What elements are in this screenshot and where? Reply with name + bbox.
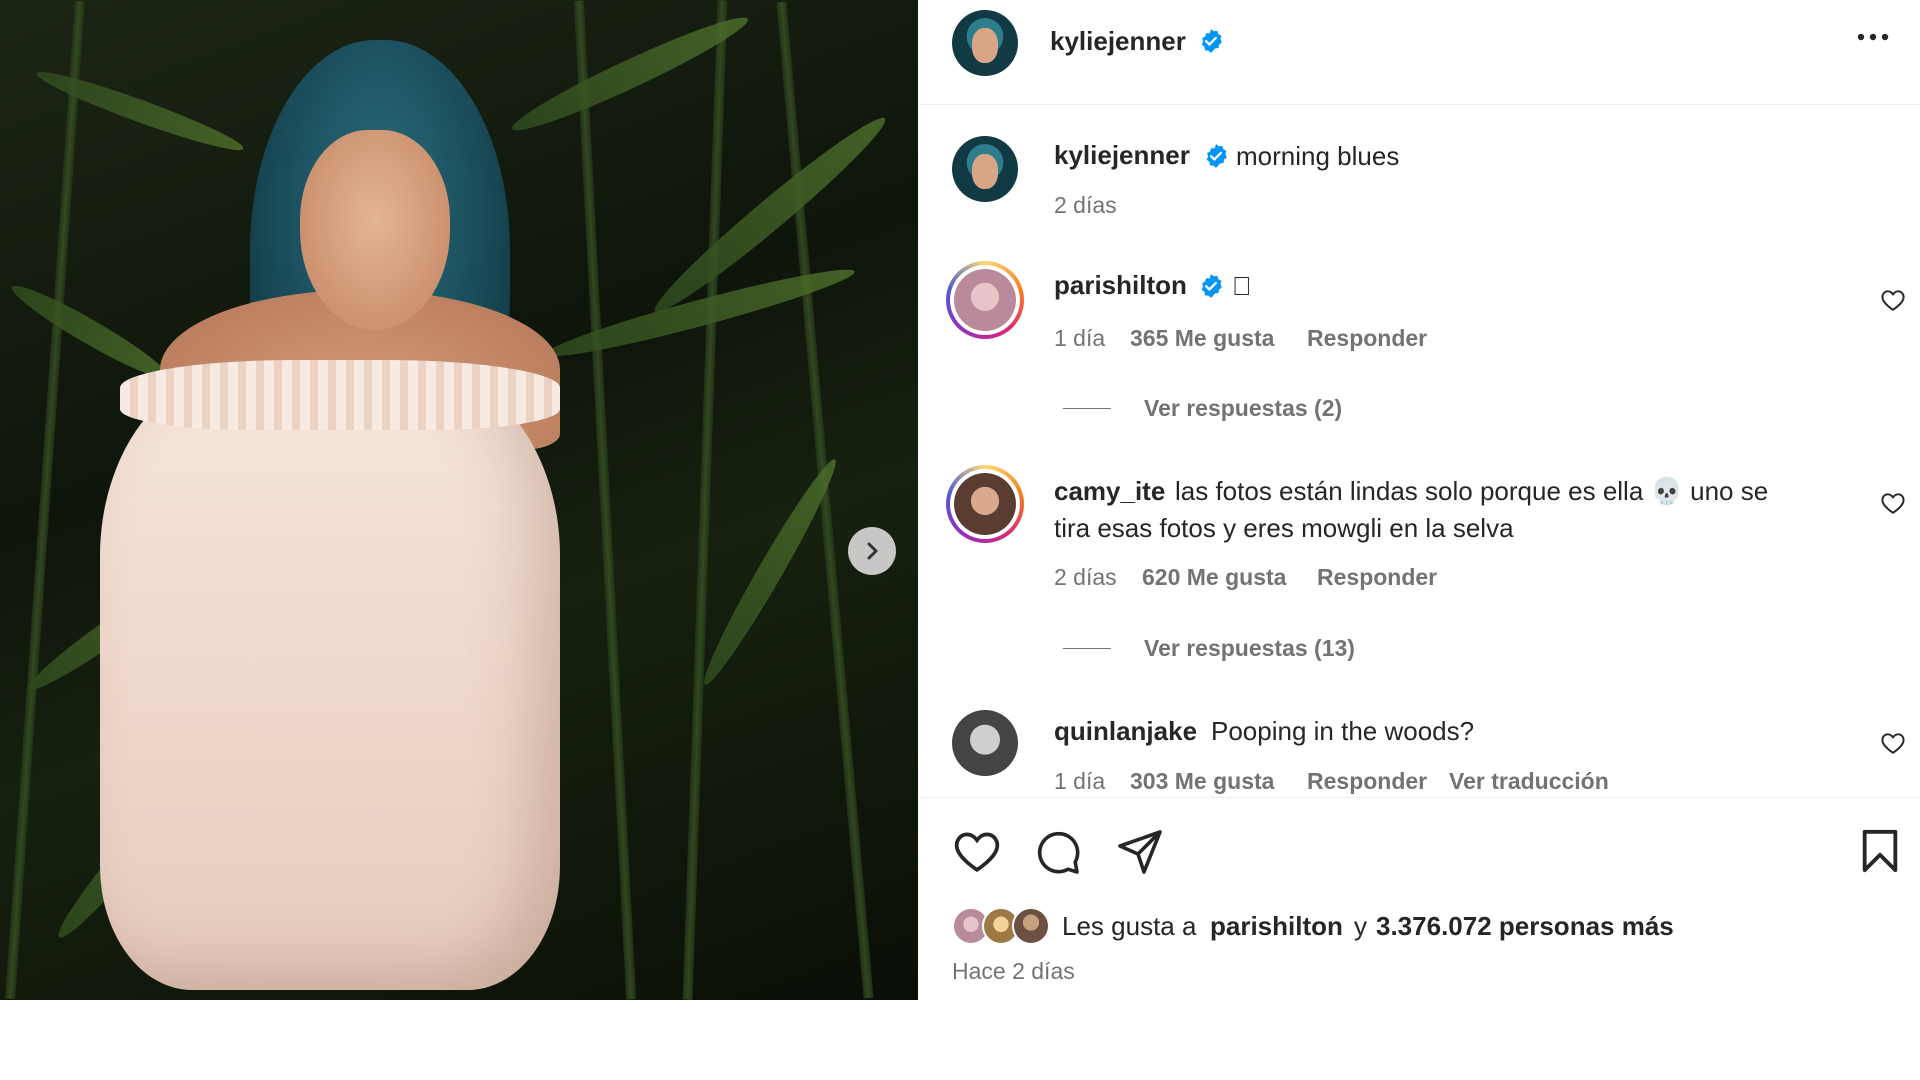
comment-icon[interactable] — [1034, 828, 1082, 876]
model-face — [300, 130, 450, 330]
next-photo-button[interactable] — [848, 527, 896, 575]
comment-time[interactable]: 1 día — [1054, 325, 1105, 352]
commenter-avatar — [954, 473, 1016, 535]
comment-time[interactable]: 1 día — [1054, 768, 1105, 795]
leaf — [6, 276, 174, 388]
author-username[interactable]: kyliejenner — [1050, 26, 1186, 57]
comment-likes[interactable]: 303 Me gusta — [1130, 768, 1274, 795]
caption-text: morning blues — [1236, 141, 1400, 171]
view-replies-button[interactable]: Ver respuestas (2) — [1144, 395, 1342, 422]
liker-avatar[interactable] — [1012, 907, 1050, 945]
reply-button[interactable]: Responder — [1307, 325, 1427, 352]
likes-username[interactable]: parishilton — [1210, 911, 1343, 942]
comment-username[interactable]: quinlanjake — [1054, 716, 1197, 747]
send-icon[interactable] — [1116, 828, 1164, 874]
comment-likes[interactable]: 365 Me gusta — [1130, 325, 1274, 352]
comment-text-line1: las fotos están lindas solo porque es el… — [1175, 476, 1769, 506]
comment-text: Pooping in the woods? — [1211, 716, 1475, 746]
post-detail-panel: kyliejenner kyliejenner morning blues 2 … — [918, 0, 1920, 1000]
likes-count[interactable]: 3.376.072 personas más — [1376, 911, 1674, 942]
author-avatar[interactable] — [952, 10, 1018, 76]
verified-badge-icon — [1206, 144, 1227, 168]
comment-text:  — [1232, 271, 1252, 302]
story-ring[interactable] — [946, 465, 1024, 543]
comment-heart-icon[interactable] — [1880, 491, 1906, 515]
dress-ruffle — [120, 360, 560, 430]
caption-username[interactable]: kyliejenner — [1054, 140, 1190, 171]
post-photo[interactable] — [0, 0, 918, 1000]
heart-icon[interactable] — [952, 828, 1002, 874]
leaf — [694, 453, 846, 691]
comment-heart-icon[interactable] — [1880, 731, 1906, 755]
post-header: kyliejenner — [918, 0, 1920, 105]
more-horizontal-icon[interactable] — [1856, 32, 1890, 42]
caption-time[interactable]: 2 días — [1054, 192, 1117, 219]
bamboo-stalk — [573, 0, 637, 1000]
post-actions: Les gusta a parishilton y 3.376.072 pers… — [918, 797, 1920, 1001]
bamboo-stalk — [5, 0, 85, 1000]
comment-text-line2: tira esas fotos y eres mowgli en la selv… — [1054, 513, 1514, 543]
chevron-right-icon — [867, 542, 878, 560]
bookmark-icon[interactable] — [1860, 828, 1900, 874]
replies-divider — [1063, 408, 1111, 409]
verified-badge-icon — [1201, 29, 1222, 53]
likes-prefix: Les gusta a — [1062, 911, 1197, 941]
comment-username[interactable]: parishilton — [1054, 270, 1187, 301]
commenter-avatar — [954, 269, 1016, 331]
story-ring[interactable] — [946, 261, 1024, 339]
comment-username[interactable]: camy_ite — [1054, 476, 1165, 507]
caption-author-avatar[interactable] — [952, 136, 1018, 202]
bamboo-stalk — [682, 0, 728, 1000]
model-dress — [100, 370, 560, 990]
commenter-avatar[interactable] — [952, 710, 1018, 776]
comment-likes[interactable]: 620 Me gusta — [1142, 564, 1286, 591]
comment-time[interactable]: 2 días — [1054, 564, 1117, 591]
verified-badge-icon — [1201, 274, 1222, 298]
likes-joiner: y — [1354, 911, 1367, 941]
posted-time[interactable]: Hace 2 días — [952, 958, 1075, 985]
reply-button[interactable]: Responder — [1317, 564, 1437, 591]
see-translation-button[interactable]: Ver traducción — [1449, 768, 1609, 795]
reply-button[interactable]: Responder — [1307, 768, 1427, 795]
comment-heart-icon[interactable] — [1880, 288, 1906, 312]
view-replies-button[interactable]: Ver respuestas (13) — [1144, 635, 1355, 662]
replies-divider — [1063, 648, 1111, 649]
